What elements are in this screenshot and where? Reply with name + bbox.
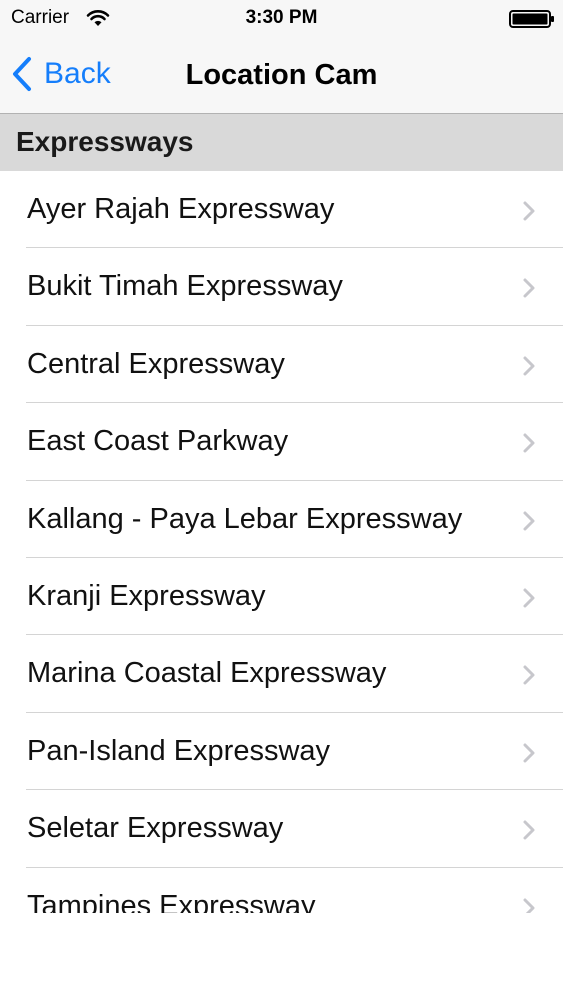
list-item-label: East Coast Parkway (27, 425, 289, 458)
status-time: 3:30 PM (245, 7, 318, 28)
page-title: Location Cam (185, 59, 378, 91)
list-item-label: Tampines Expressway (27, 889, 316, 913)
chevron-right-icon (523, 511, 535, 531)
chevron-right-icon (523, 588, 535, 608)
list-item[interactable]: Central Expressway (0, 326, 563, 404)
chevron-right-icon (523, 201, 535, 221)
chevron-right-icon (523, 278, 535, 298)
status-bar: Carrier 3:30 PM (0, 0, 563, 38)
list-item[interactable]: Pan-Island Expressway (0, 713, 563, 791)
section-title: Expressways (16, 126, 194, 157)
app-screen: Carrier 3:30 PM Back Location Cam Expres… (0, 0, 563, 1000)
list-item-label: Kranji Expressway (27, 579, 266, 612)
list-item[interactable]: Kallang - Paya Lebar Expressway (0, 481, 563, 559)
chevron-right-icon (523, 665, 535, 685)
list-item-label: Marina Coastal Expressway (27, 657, 387, 690)
section-header: Expressways (0, 114, 563, 171)
chevron-right-icon (523, 898, 535, 913)
chevron-right-icon (523, 820, 535, 840)
list-item[interactable]: Ayer Rajah Expressway (0, 171, 563, 249)
list-item[interactable]: Bukit Timah Expressway (0, 248, 563, 327)
list-item[interactable]: East Coast Parkway (0, 403, 563, 481)
list-item[interactable]: Kranji Expressway (0, 558, 563, 636)
list-item-label: Pan-Island Expressway (27, 734, 331, 767)
list-item[interactable]: Tampines Expressway (0, 868, 563, 913)
chevron-right-icon (523, 356, 535, 376)
list-item-label: Bukit Timah Expressway (27, 270, 343, 303)
list-item-label: Seletar Expressway (27, 812, 284, 845)
expressway-list[interactable]: Ayer Rajah Expressway Bukit Timah Expres… (0, 171, 563, 913)
battery-icon (509, 10, 554, 28)
chevron-right-icon (523, 743, 535, 763)
list-item[interactable]: Seletar Expressway (0, 790, 563, 868)
navigation-bar: Back Location Cam (0, 38, 563, 114)
list-item-label: Kallang - Paya Lebar Expressway (27, 502, 463, 535)
list-item-label: Central Expressway (27, 347, 285, 380)
list-item[interactable]: Marina Coastal Expressway (0, 635, 563, 714)
list-item-label: Ayer Rajah Expressway (27, 193, 335, 225)
list: Ayer Rajah Expressway Bukit Timah Expres… (0, 171, 563, 913)
chevron-right-icon (523, 433, 535, 453)
